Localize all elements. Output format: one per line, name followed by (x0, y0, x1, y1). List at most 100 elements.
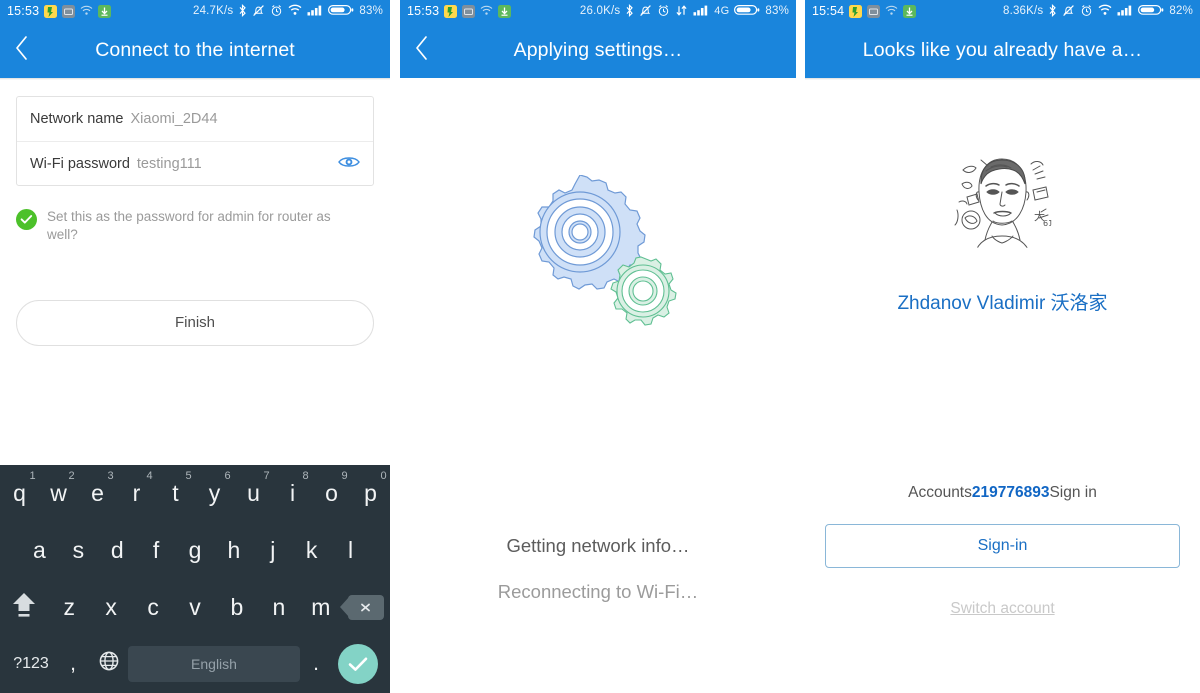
key-num: 4 (146, 469, 153, 482)
download-icon (98, 4, 112, 18)
backspace-icon (339, 595, 384, 620)
key-y[interactable]: 6y (195, 468, 234, 520)
battery-percent: 83% (765, 5, 789, 17)
screen-connect-to-internet: 15:53 24.7K/s 83% Connect to the interne… (0, 0, 390, 693)
check-icon (338, 644, 378, 684)
screen-existing-account: 15:54 8.36K/s 82% Looks like you already… (805, 0, 1200, 693)
bluetooth-icon (625, 3, 634, 19)
key-e[interactable]: 3e (78, 468, 117, 520)
key-label: t (172, 480, 179, 506)
back-button[interactable] (400, 22, 444, 78)
key-num: 3 (107, 469, 114, 482)
key-i[interactable]: 8i (273, 468, 312, 520)
key-d[interactable]: d (98, 525, 137, 577)
language-key[interactable] (90, 638, 128, 690)
key-label: i (289, 480, 296, 506)
app-gray-icon (62, 4, 76, 18)
key-label: e (91, 480, 104, 506)
key-n[interactable]: n (258, 582, 300, 634)
checkbox-checked-icon[interactable] (16, 209, 37, 230)
comma-key[interactable]: , (56, 638, 90, 690)
signal-bars-icon (693, 4, 709, 18)
page-title: Applying settings… (513, 38, 683, 61)
screen-applying-settings: 15:53 26.0K/s 4G 83% Applying settings… … (400, 0, 796, 693)
key-label: w (50, 480, 67, 506)
key-f[interactable]: f (137, 525, 176, 577)
enter-key[interactable] (332, 638, 384, 690)
mute-bell-icon (1062, 4, 1075, 19)
status-bar: 15:54 8.36K/s 82% (805, 0, 1200, 22)
download-icon (498, 4, 512, 18)
status-bar-left: 15:53 (7, 4, 112, 18)
network-speed: 8.36K/s (1002, 5, 1044, 17)
key-z[interactable]: z (48, 582, 90, 634)
key-m[interactable]: m (300, 582, 342, 634)
download-icon (903, 4, 917, 18)
avatar[interactable]: 大 61 (945, 140, 1060, 255)
virtual-keyboard: 1q 2w 3e 4r 5t 6y 7u 8i 9o 0p a s d f g … (0, 465, 390, 693)
wifi-icon (1098, 4, 1112, 18)
mute-bell-icon (639, 4, 652, 19)
key-q[interactable]: 1q (0, 468, 39, 520)
period-key[interactable]: . (300, 638, 332, 690)
symbols-key[interactable]: ?123 (6, 638, 56, 690)
key-g[interactable]: g (176, 525, 215, 577)
sign-in-button[interactable]: Sign-in (825, 524, 1180, 568)
back-button[interactable] (0, 22, 44, 78)
key-r[interactable]: 4r (117, 468, 156, 520)
app-yellow-icon (849, 4, 863, 18)
key-l[interactable]: l (331, 525, 370, 577)
svg-text:61: 61 (1043, 219, 1053, 228)
eye-icon[interactable] (338, 155, 360, 173)
finish-button[interactable]: Finish (16, 299, 374, 346)
status-bar-right: 24.7K/s 83% (193, 3, 383, 19)
key-t[interactable]: 5t (156, 468, 195, 520)
wifi-password-label: Wi-Fi password (30, 155, 130, 172)
wifi-password-row[interactable]: Wi-Fi password testing111 (17, 141, 373, 185)
app-header: Applying settings… (400, 22, 796, 78)
key-u[interactable]: 7u (234, 468, 273, 520)
key-o[interactable]: 9o (312, 468, 351, 520)
key-num: 1 (29, 469, 36, 482)
key-p[interactable]: 0p (351, 468, 390, 520)
shift-icon (10, 590, 38, 626)
bluetooth-icon (1048, 3, 1057, 19)
network-name-row[interactable]: Network name Xiaomi_2D44 (17, 97, 373, 141)
key-h[interactable]: h (214, 525, 253, 577)
battery-icon (1138, 4, 1164, 18)
key-w[interactable]: 2w (39, 468, 78, 520)
space-key[interactable]: English (128, 646, 300, 682)
globe-icon (98, 650, 120, 678)
key-v[interactable]: v (174, 582, 216, 634)
key-label: u (247, 480, 260, 506)
key-k[interactable]: k (292, 525, 331, 577)
key-x[interactable]: x (90, 582, 132, 634)
key-num: 5 (185, 469, 192, 482)
battery-icon (328, 4, 354, 18)
accounts-info-line: Accounts219776893Sign in (805, 484, 1200, 502)
admin-password-checkbox-row[interactable]: Set this as the password for admin for r… (16, 208, 374, 244)
backspace-key[interactable] (339, 582, 390, 634)
key-j[interactable]: j (253, 525, 292, 577)
gears-icon (508, 174, 688, 345)
setup-form: Network name Xiaomi_2D44 Wi-Fi password … (0, 80, 390, 362)
app-header: Connect to the internet (0, 22, 390, 78)
key-s[interactable]: s (59, 525, 98, 577)
avatar-container: 大 61 (805, 140, 1200, 255)
alarm-icon (270, 4, 283, 19)
key-a[interactable]: a (20, 525, 59, 577)
header-divider (805, 78, 1200, 80)
battery-icon (734, 4, 760, 18)
key-c[interactable]: c (132, 582, 174, 634)
status-bar-right: 8.36K/s 82% (1002, 3, 1193, 19)
wifi-password-value: testing111 (136, 155, 202, 172)
key-b[interactable]: b (216, 582, 258, 634)
switch-account-link[interactable]: Switch account (805, 600, 1200, 618)
status-bar: 15:53 24.7K/s 83% (0, 0, 390, 22)
shift-key[interactable] (0, 582, 48, 634)
wifi-small-icon (80, 5, 93, 18)
key-label: p (364, 480, 377, 506)
signal-bars-icon (307, 4, 323, 18)
app-yellow-icon (44, 4, 58, 18)
network-type: 4G (714, 5, 730, 17)
